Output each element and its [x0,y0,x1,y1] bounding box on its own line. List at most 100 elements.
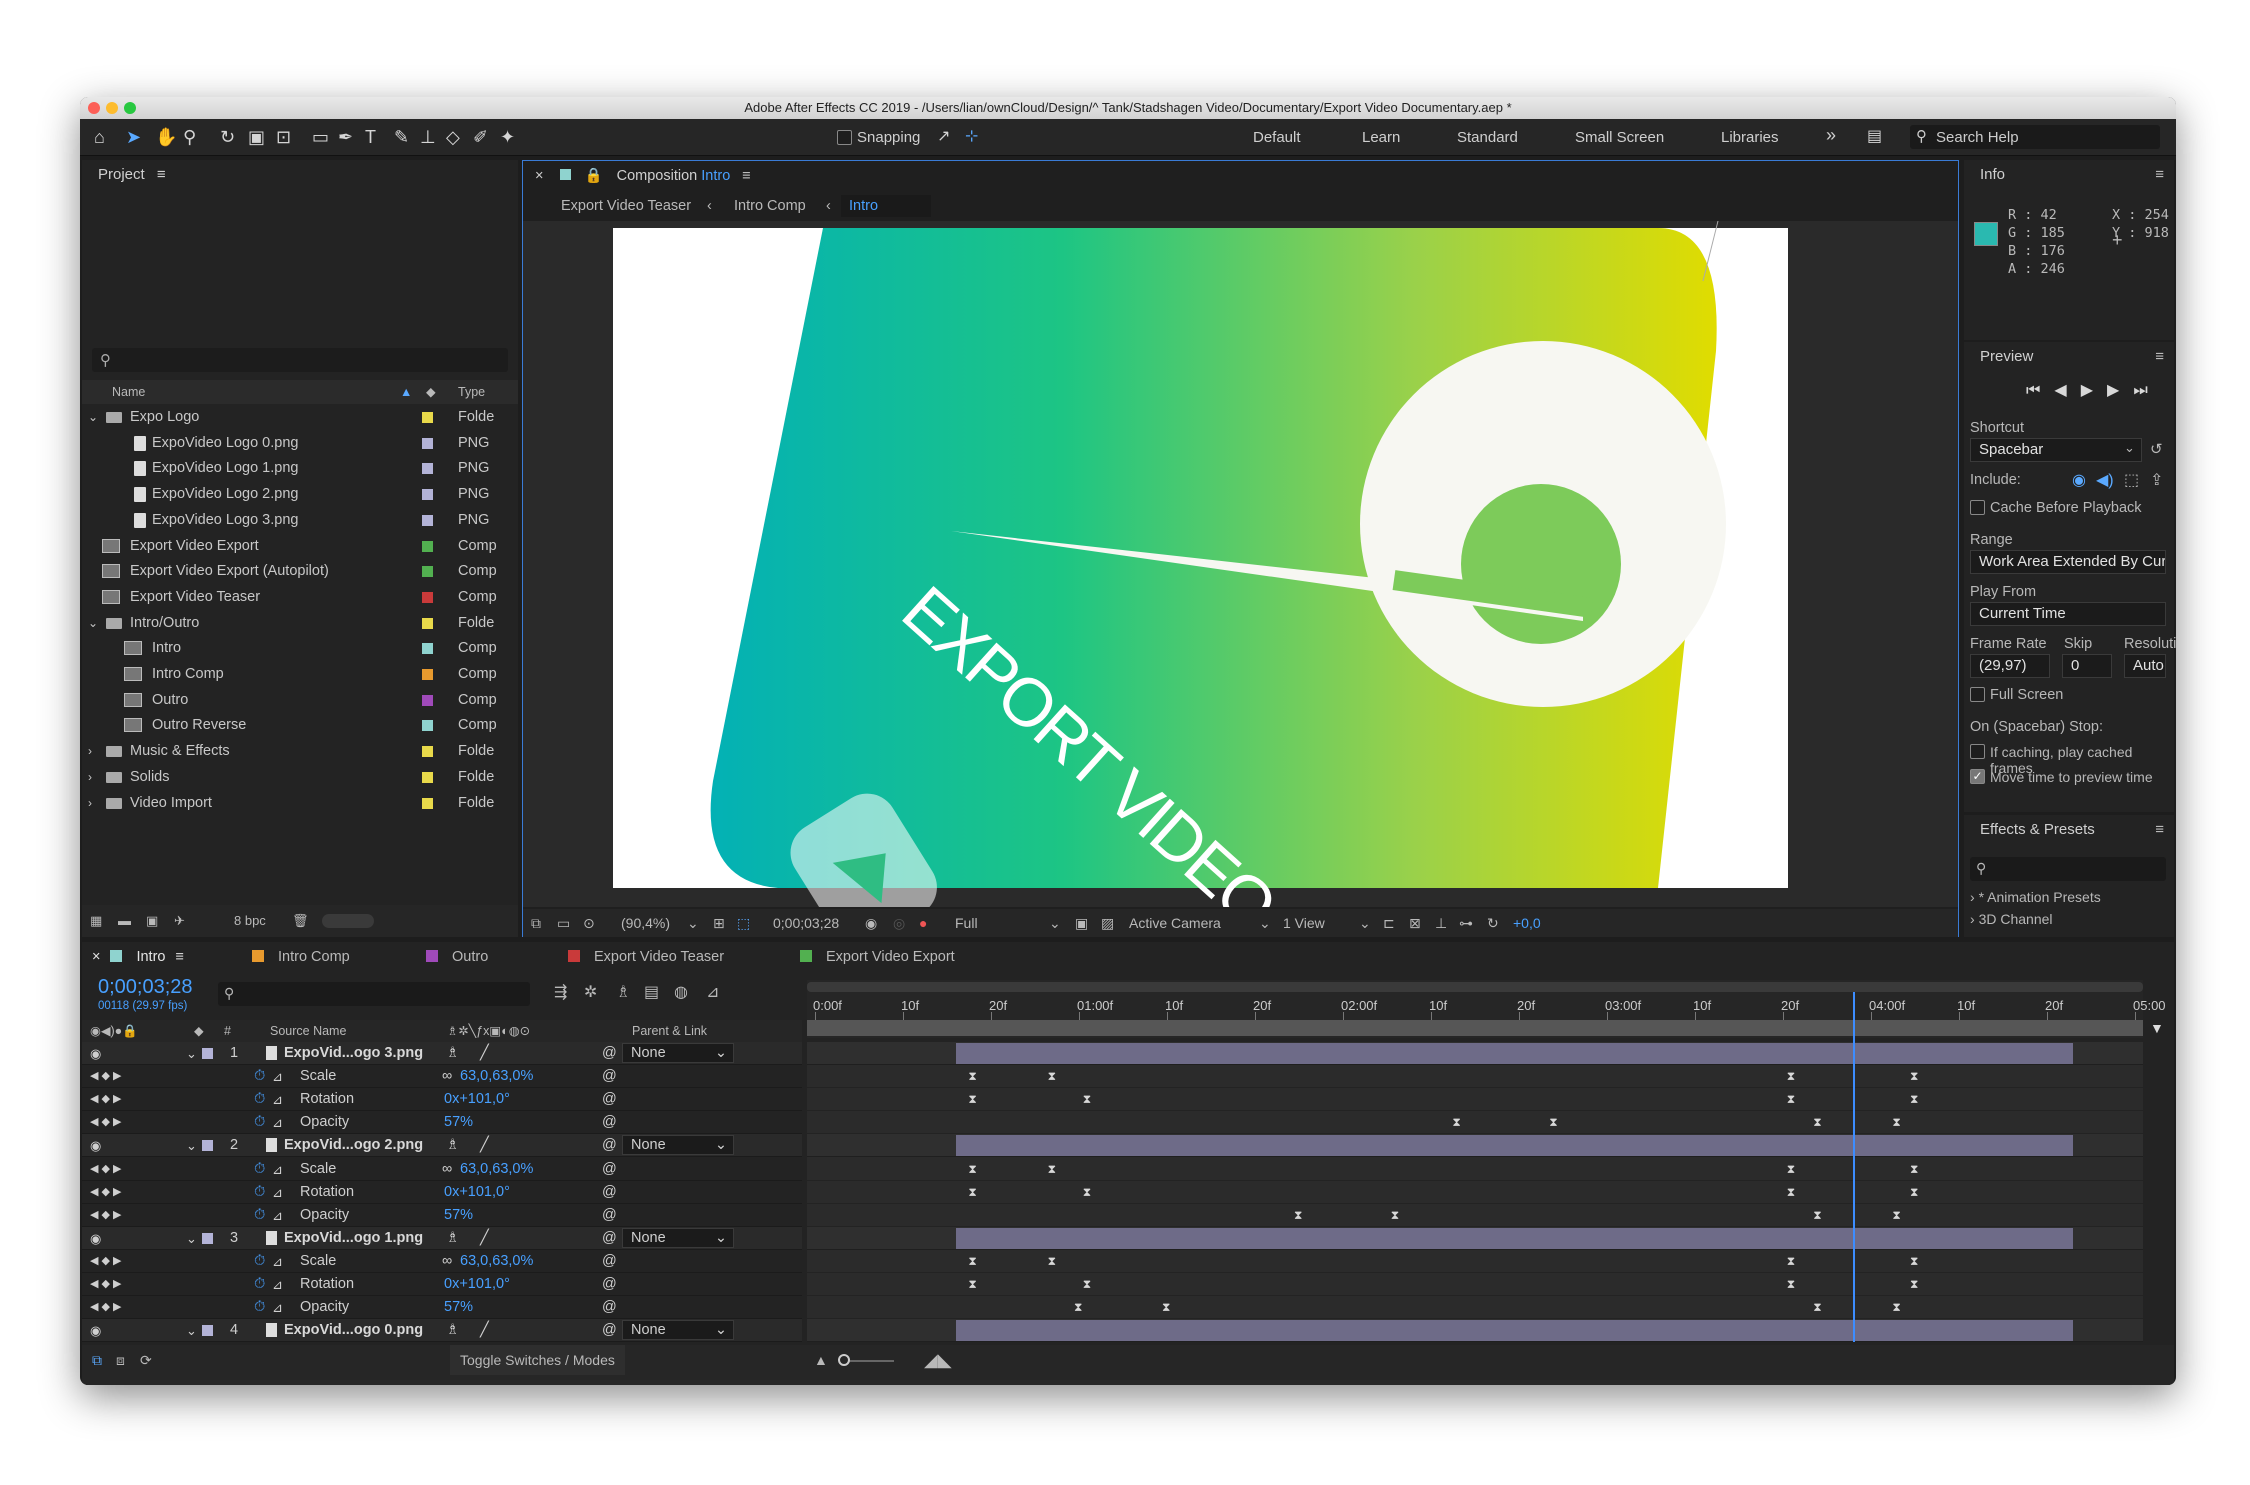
panel-menu-icon[interactable]: ≡ [2155,348,2164,365]
property-value[interactable]: 0x+101,0° [444,1273,510,1296]
keyframe[interactable]: ⧗ [1787,1070,1795,1082]
timeline-current-time[interactable]: 0;00;03;28 [98,976,193,999]
next-frame-icon[interactable]: ▶ [2107,382,2133,399]
keyframe[interactable]: ⧗ [1813,1209,1821,1221]
type-tool-icon[interactable]: T [365,127,376,147]
stopwatch-icon[interactable]: ⏱ [254,1088,265,1111]
graph-icon[interactable]: ⊿ [272,1111,283,1134]
keyframe[interactable]: ⧗ [1892,1301,1900,1313]
move-time-checkbox[interactable]: ✓ [1970,769,1985,784]
rotation-tool-icon[interactable]: ↻ [220,127,235,147]
workspace-grid-icon[interactable]: ▤ [1867,127,1882,147]
flowchart-icon[interactable]: ⊶ [1459,909,1473,937]
constrain-proportions-icon[interactable]: ∞ [442,1158,452,1181]
zoom-window-button[interactable] [124,102,136,114]
reset-icon[interactable]: ↺ [2150,440,2163,458]
project-item[interactable]: Export Video Teaser Comp [82,585,518,610]
project-item[interactable]: Outro Reverse Comp [82,713,518,738]
snap-icon[interactable]: ↗ [937,127,950,147]
workspace-standard[interactable]: Standard [1457,129,1518,146]
keyframe[interactable]: ⧗ [968,1255,976,1267]
keyframe[interactable]: ⧗ [1452,1116,1460,1128]
home-icon[interactable]: ⌂ [94,127,105,147]
last-frame-icon[interactable]: ⏭ [2133,382,2161,399]
property-value[interactable]: 63,0,63,0% [460,1250,533,1273]
pickwhip-icon[interactable]: @ [602,1319,617,1342]
layer-duration-bar[interactable] [955,1320,2074,1342]
pen-tool-icon[interactable]: ✒ [338,127,353,147]
label-color-swatch[interactable] [422,617,433,629]
keyframe[interactable]: ⧗ [1813,1116,1821,1128]
keyframe-nav-icon[interactable]: ◀ ◆ ▶ [90,1111,122,1134]
label-color-swatch[interactable] [202,1232,213,1244]
label-color-swatch[interactable] [422,797,433,809]
expression-pickwhip-icon[interactable]: @ [602,1158,617,1181]
timeline-tab[interactable]: Intro Comp [252,942,350,972]
keyframe[interactable]: ⧗ [1083,1186,1091,1198]
graph-icon[interactable]: ⊿ [272,1065,283,1088]
property-track[interactable]: ⧗ ⧗ ⧗ ⧗ [807,1157,2143,1181]
layer-duration-bar[interactable] [955,1043,2074,1064]
camera-dropdown[interactable]: Active Camera [1129,909,1221,937]
property-track[interactable]: ⧗ ⧗ ⧗ ⧗ [807,1296,2143,1320]
chevron-right-icon[interactable]: › [88,791,92,816]
project-item[interactable]: ⌄ Intro/Outro Folde [82,611,518,636]
property-row[interactable]: ◀ ◆ ▶ ⏱ ⊿ Scale ∞ 63,0,63,0% @ [82,1249,802,1273]
timeline-search-input[interactable]: ⚲ [218,982,530,1006]
timeline-scrollbar[interactable]: ▼ [2148,1020,2166,1340]
bit-depth-button[interactable]: 8 bpc [234,905,266,937]
breadcrumb-export-video-teaser[interactable]: Export Video Teaser [561,193,691,219]
keyframe-nav-icon[interactable]: ◀ ◆ ▶ [90,1250,122,1273]
close-window-button[interactable] [88,102,100,114]
project-item[interactable]: Outro Comp [82,688,518,713]
label-color-swatch[interactable] [422,463,433,475]
current-time-display[interactable]: 0;00;03;28 [773,909,839,937]
constrain-proportions-icon[interactable]: ∞ [442,1065,452,1088]
property-value[interactable]: 63,0,63,0% [460,1065,533,1088]
always-preview-icon[interactable]: ⧉ [531,909,541,937]
pickwhip-icon[interactable]: @ [602,1042,617,1065]
clone-stamp-tool-icon[interactable]: ⊥ [420,127,436,147]
stopwatch-icon[interactable]: ⏱ [254,1181,265,1204]
timeline-tab[interactable]: × Intro ≡ [92,942,184,972]
chevron-down-icon[interactable]: ⌄ [186,1227,197,1250]
label-color-swatch[interactable] [202,1325,213,1337]
label-color-swatch[interactable] [422,643,433,655]
property-value[interactable]: 57% [444,1296,473,1319]
keyframe-tracks[interactable]: ⧗ ⧗ ⧗ ⧗ ⧗ ⧗ ⧗ ⧗ ⧗ ⧗ ⧗ ⧗ ⧗ ⧗ ⧗ ⧗ ⧗ ⧗ ⧗ ⧗ ⧗ ⧗ ⧗ ⧗ ⧗ ⧗ ⧗ ⧗ ⧗ ⧗ ⧗ ⧗ ⧗ ⧗ ⧗ ⧗ [807,1042,2143,1343]
stopwatch-icon[interactable]: ⏱ [254,1065,265,1088]
label-color-swatch[interactable] [202,1140,213,1152]
previous-frame-icon[interactable]: ◀ [2054,382,2080,399]
property-row[interactable]: ◀ ◆ ▶ ⏱ ⊿ Scale ∞ 63,0,63,0% @ [82,1157,802,1181]
include-overlays-icon[interactable]: ⬚ [2124,470,2139,490]
keyframe[interactable]: ⧗ [1910,1186,1918,1198]
expression-pickwhip-icon[interactable]: @ [602,1088,617,1111]
hand-tool-icon[interactable]: ✋ [155,127,177,147]
layer-row[interactable]: ◉ ⌄ 2 ExpoVid...ogo 2.png ♗ ╱ @ None ⌄ [82,1134,802,1158]
name-column-header[interactable]: Name [112,380,145,404]
label-color-swatch[interactable] [422,566,433,578]
timeline-icon[interactable]: ⊥ [1435,909,1447,937]
layer-name[interactable]: ExpoVid...ogo 2.png [284,1134,423,1157]
label-color-swatch[interactable] [422,489,433,501]
layer-track[interactable] [807,1042,2143,1066]
graph-icon[interactable]: ⊿ [272,1181,283,1204]
keyframe[interactable]: ⧗ [1787,1093,1795,1105]
property-track[interactable]: ⧗ ⧗ ⧗ ⧗ [807,1180,2143,1204]
keyframe[interactable]: ⧗ [1910,1093,1918,1105]
property-row[interactable]: ◀ ◆ ▶ ⏱ ⊿ Opacity 57% @ [82,1111,802,1135]
motion-blur-icon[interactable]: ◍ [674,982,688,1002]
effects-search-input[interactable]: ⚲ [1970,857,2166,881]
quality-switch-icon[interactable]: ╱ [480,1042,489,1065]
layer-duration-bar[interactable] [955,1135,2074,1157]
vr-icon[interactable]: ⊙ [583,909,595,937]
snapping-checkbox[interactable] [837,130,852,145]
keyframe[interactable]: ⧗ [1787,1186,1795,1198]
shy-layers-icon[interactable]: ♗ [616,982,630,1002]
label-color-swatch[interactable] [422,437,433,449]
label-color-swatch[interactable] [422,746,433,758]
shy-switch-icon[interactable]: ♗ [446,1134,459,1157]
expression-pickwhip-icon[interactable]: @ [602,1204,617,1227]
label-color-swatch[interactable] [422,720,433,732]
quality-switch-icon[interactable]: ╱ [480,1134,489,1157]
